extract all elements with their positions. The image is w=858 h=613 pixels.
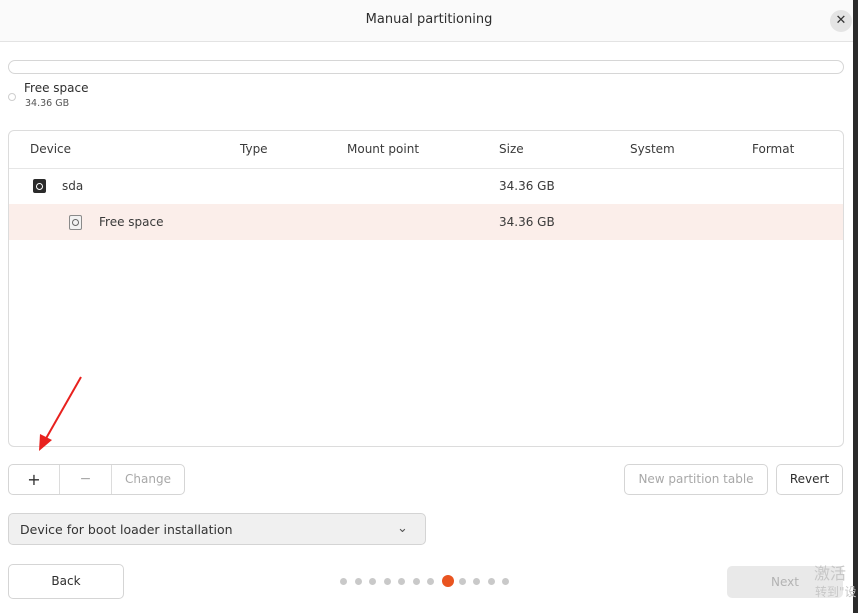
annotation-arrow-shaft xyxy=(43,376,82,443)
close-button[interactable]: ✕ xyxy=(830,10,852,32)
add-partition-button[interactable]: + xyxy=(9,465,59,494)
column-header-device[interactable]: Device xyxy=(30,142,71,156)
partition-action-group: + − Change xyxy=(8,464,185,495)
legend-partition-name: Free space xyxy=(24,81,89,95)
column-header-format[interactable]: Format xyxy=(752,142,794,156)
progress-step-dot xyxy=(369,578,376,585)
chevron-down-icon: ⌄ xyxy=(397,521,408,536)
progress-step-dot xyxy=(427,578,434,585)
progress-step-dot xyxy=(383,578,391,585)
table-row[interactable]: sda 34.36 GB xyxy=(9,168,843,204)
bootloader-select-label: Device for boot loader installation xyxy=(20,522,233,537)
progress-step-dot xyxy=(412,578,420,585)
disk-icon xyxy=(33,179,46,193)
row-device: sda xyxy=(62,179,84,193)
legend-partition-size: 34.36 GB xyxy=(25,98,70,109)
column-header-system[interactable]: System xyxy=(630,142,675,156)
activation-watermark-line2: 转到"设 xyxy=(815,585,857,599)
column-header-type[interactable]: Type xyxy=(240,142,268,156)
row-size: 34.36 GB xyxy=(499,215,555,229)
annotation-arrow xyxy=(39,376,82,451)
progress-step-dot xyxy=(458,578,466,585)
remove-partition-button[interactable]: − xyxy=(60,465,111,494)
column-header-size[interactable]: Size xyxy=(499,142,524,156)
table-row-selected[interactable]: Free space 34.36 GB xyxy=(9,204,843,240)
legend-color-swatch xyxy=(8,93,16,101)
progress-step-dot xyxy=(487,578,495,585)
row-size: 34.36 GB xyxy=(499,179,555,193)
row-device: Free space xyxy=(99,215,164,229)
table-header: Device Type Mount point Size System Form… xyxy=(9,131,843,169)
progress-step-dot xyxy=(398,578,405,585)
partition-table: Device Type Mount point Size System Form… xyxy=(8,130,844,447)
column-header-mount-point[interactable]: Mount point xyxy=(347,142,419,156)
change-partition-button[interactable]: Change xyxy=(112,465,184,494)
progress-step-dot xyxy=(340,578,347,585)
disk-icon xyxy=(69,215,82,230)
revert-button[interactable]: Revert xyxy=(776,464,843,495)
annotation-arrow-head xyxy=(39,434,52,451)
new-partition-table-button[interactable]: New partition table xyxy=(624,464,768,495)
progress-step-dot xyxy=(473,578,480,585)
window-edge xyxy=(853,0,858,613)
progress-step-dot xyxy=(502,578,509,585)
disk-usage-bar xyxy=(8,60,844,74)
activation-watermark-line1: 激活 xyxy=(814,564,847,583)
window-title: Manual partitioning xyxy=(365,12,493,27)
close-icon: ✕ xyxy=(835,13,847,28)
title-bar: Manual partitioning ✕ xyxy=(0,0,858,42)
progress-step-current xyxy=(441,575,454,587)
bootloader-device-select[interactable]: Device for boot loader installation ⌄ xyxy=(8,513,426,545)
progress-step-dot xyxy=(354,578,362,585)
back-button[interactable]: Back xyxy=(8,564,124,599)
